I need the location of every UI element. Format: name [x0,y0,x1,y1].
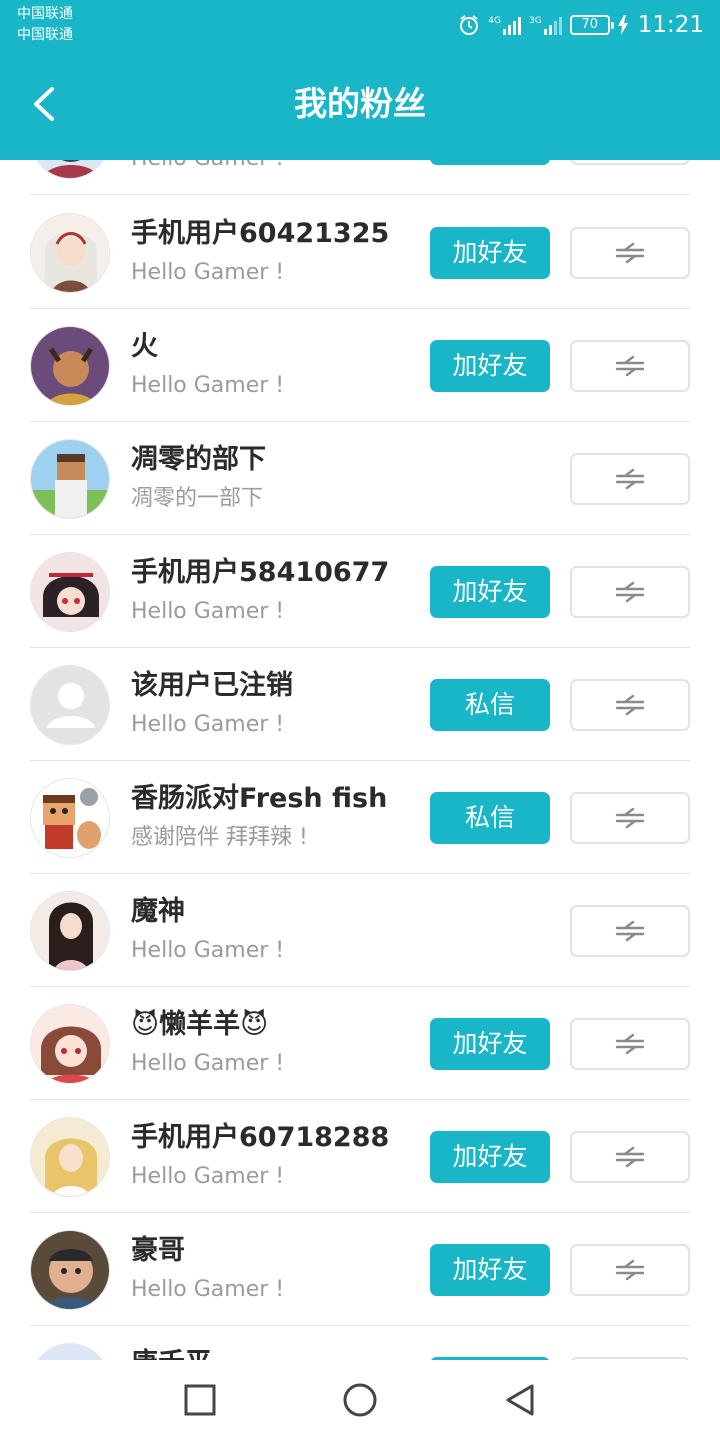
list-item[interactable]: 该用户已注销 Hello Gamer ! 私信 [0,648,720,761]
swap-arrows-icon [615,1259,645,1281]
avatar-placeholder [30,665,110,745]
avatar [30,326,110,406]
user-name: 手机用户60421325 [131,218,390,249]
user-name: 手机用户60718288 [131,1122,390,1153]
swap-arrows-icon [615,1033,645,1055]
signal-4g-icon: 4G [488,15,521,35]
system-back-button[interactable] [500,1380,540,1420]
avatar [30,439,110,519]
user-name: 😈懒羊羊😈 [131,1009,269,1040]
avatar [30,778,110,858]
carrier-label-2: 中国联通 [17,27,73,43]
swap-arrows-icon [615,355,645,377]
user-signature: 感谢陪伴 拜拜辣 ! [131,825,308,850]
list-item[interactable]: 手机用户58410677 Hello Gamer ! 加好友 [0,535,720,648]
app-header: 中国联通 中国联通 4G 3G 70 11:21 我的粉丝 [0,0,720,160]
add-friend-button[interactable]: 加好友 [430,1131,550,1183]
add-friend-button[interactable]: 加好友 [430,566,550,618]
swap-button[interactable] [570,792,690,844]
user-signature: Hello Gamer ! [131,160,284,174]
swap-button[interactable] [570,566,690,618]
page-title: 我的粉丝 [294,84,426,123]
user-name: 唐禾平 [131,1347,212,1360]
user-signature: Hello Gamer ! [131,1277,285,1302]
charging-icon [617,15,628,35]
swap-button[interactable] [570,160,690,165]
follower-list[interactable]: Hello Gamer ! 手机用户60421325 Hello Gamer !… [0,160,720,1360]
swap-button[interactable] [570,227,690,279]
recents-button[interactable] [180,1380,220,1420]
swap-button[interactable] [570,340,690,392]
avatar [30,891,110,971]
user-signature: Hello Gamer ! [131,1051,285,1076]
add-friend-button[interactable]: 加好友 [430,1244,550,1296]
avatar [30,552,110,632]
list-item[interactable]: 😈懒羊羊😈 Hello Gamer ! 加好友 [0,987,720,1100]
user-name: 凋零的部下 [131,444,266,475]
swap-arrows-icon [615,468,645,490]
user-signature: Hello Gamer ! [131,260,285,285]
swap-arrows-icon [615,920,645,942]
signal-3g-icon: 3G [529,15,562,35]
home-button[interactable] [340,1380,380,1420]
list-item[interactable]: 魔神 Hello Gamer ! [0,874,720,987]
swap-button[interactable] [570,1018,690,1070]
alarm-icon [458,14,480,36]
carrier-label-1: 中国联通 [17,6,73,22]
user-name: 手机用户58410677 [131,557,390,588]
avatar [30,1230,110,1310]
list-item[interactable]: 香肠派对Fresh fish 感谢陪伴 拜拜辣 ! 私信 [0,761,720,874]
user-signature: Hello Gamer ! [131,373,285,398]
user-name: 该用户已注销 [131,670,293,701]
list-item[interactable]: 手机用户60718288 Hello Gamer ! 加好友 [0,1100,720,1213]
swap-arrows-icon [615,807,645,829]
circle-icon [343,1383,377,1417]
signal-3g-label: 3G [529,16,542,26]
user-signature: Hello Gamer ! [131,938,285,963]
signal-4g-label: 4G [488,16,501,26]
battery-icon: 70 [569,15,614,35]
list-item-partial-bottom[interactable]: 唐禾平 [0,1326,720,1360]
swap-arrows-icon [615,581,645,603]
row-divider [30,194,690,195]
user-signature: Hello Gamer ! [131,599,285,624]
user-name: 香肠派对Fresh fish [131,783,388,814]
action-button[interactable] [430,160,550,165]
user-name: 火 [131,331,158,362]
list-item[interactable]: 手机用户60421325 Hello Gamer ! 加好友 [0,196,720,309]
list-item[interactable]: 火 Hello Gamer ! 加好友 [0,309,720,422]
triangle-back-icon [506,1384,534,1416]
swap-arrows-icon [615,242,645,264]
swap-arrows-icon [615,694,645,716]
user-name: 豪哥 [131,1235,185,1266]
add-friend-button[interactable]: 加好友 [430,227,550,279]
status-bar-right: 4G 3G 70 11:21 [458,8,704,42]
avatar [30,1117,110,1197]
swap-button[interactable] [570,453,690,505]
user-signature: Hello Gamer ! [131,712,285,737]
swap-button[interactable] [570,1244,690,1296]
list-item[interactable]: 凋零的部下 凋零的一部下 [0,422,720,535]
swap-button[interactable] [570,905,690,957]
clock: 11:21 [637,12,704,38]
list-item-partial-top[interactable]: Hello Gamer ! [0,160,720,195]
square-icon [184,1384,216,1416]
user-signature: Hello Gamer ! [131,1164,285,1189]
add-friend-button[interactable]: 加好友 [430,340,550,392]
list-item[interactable]: 豪哥 Hello Gamer ! 加好友 [0,1213,720,1326]
swap-button[interactable] [570,679,690,731]
avatar [30,160,110,179]
user-signature: 凋零的一部下 [131,486,264,511]
system-nav-bar [0,1360,720,1440]
swap-button[interactable] [570,1131,690,1183]
avatar [30,1004,110,1084]
swap-arrows-icon [615,1146,645,1168]
add-friend-button[interactable]: 加好友 [430,1018,550,1070]
message-button[interactable]: 私信 [430,679,550,731]
user-name: 魔神 [131,896,185,927]
message-button[interactable]: 私信 [430,792,550,844]
avatar [30,213,110,293]
avatar [30,1343,110,1360]
